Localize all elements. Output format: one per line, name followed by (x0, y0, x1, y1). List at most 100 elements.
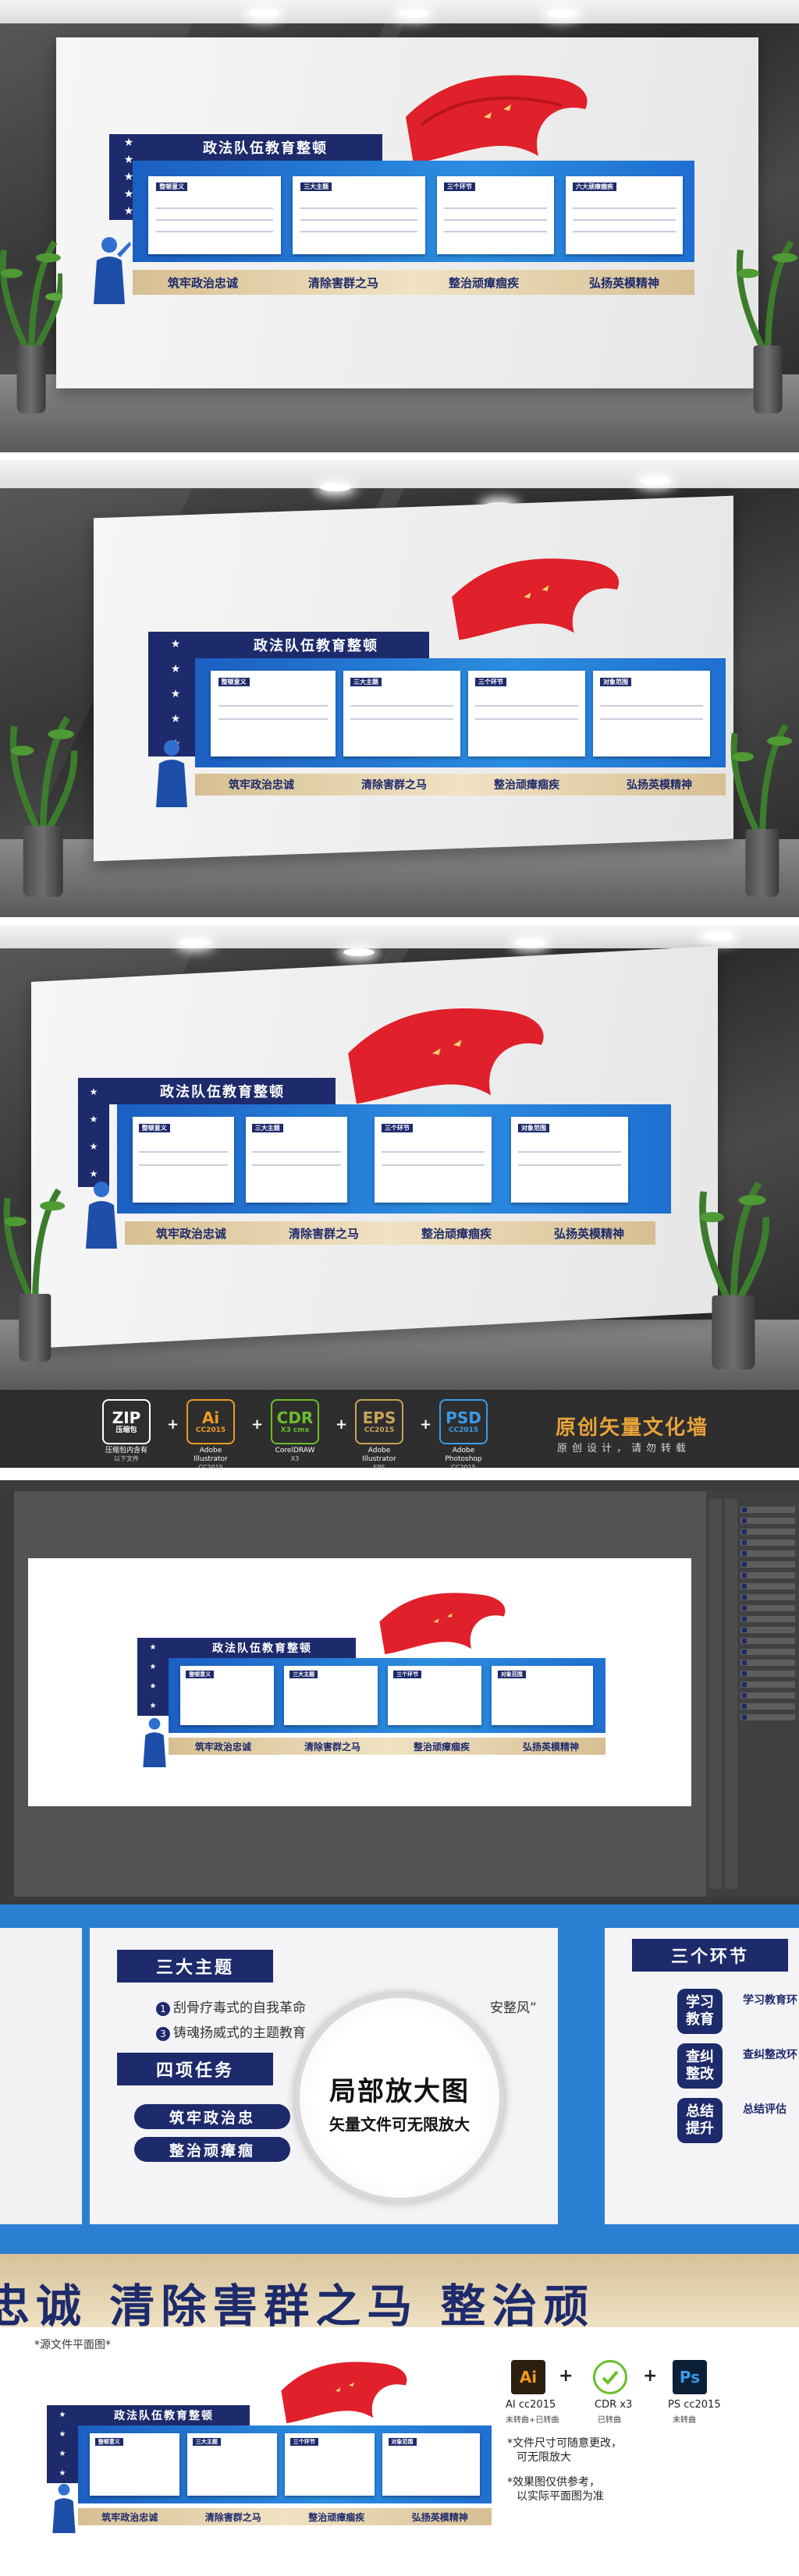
ps-version-note: 未转曲 (673, 2416, 696, 2425)
slogan-2-1: 筑牢政治忠诚 (229, 779, 294, 792)
ai-logo-icon: Ai (511, 2360, 545, 2394)
format-ai: Ai CC2015 Adobe Illustrator CC2015 (184, 1399, 237, 1472)
zoom-square-summary: 总结 提升 (677, 2098, 723, 2143)
ai-version-note: 未转曲+已转曲 (506, 2416, 559, 2425)
magnifier-badge: 局部放大图 矢量文件可无限放大 (295, 1993, 504, 2202)
slogan-src-4: 弘扬英模精神 (411, 2511, 468, 2523)
culture-wall-3: 政法队伍教育整顿 ★ ★ ★ ★ 整顿意义 三大主题 三个环节 对象范围 筑牢政治忠诚… (78, 1003, 671, 1268)
red-flag-artboard (379, 1593, 506, 1655)
ps-version: PS cc2015 (668, 2399, 721, 2411)
mockup-scene-1: 政法队伍教育整顿 ★ ★ ★ ★ ★ 整顿意义 三大主题 三个环节 六大顽瘴痼疾 筑牢政… (0, 0, 799, 452)
star-column-3: ★ ★ ★ ★ (78, 1078, 109, 1187)
illustrator-window: 政法队伍教育整顿 ★ ★ ★ ★ 整顿意义 三大主题 三个环节 对象范围 筑牢政治忠诚… (0, 1480, 799, 1905)
card-1: 整顿意义 (148, 176, 281, 254)
ps-logo-icon: Ps (673, 2360, 707, 2394)
slogan-4: 弘扬英模精神 (588, 275, 659, 290)
magnifier-title: 局部放大图 (329, 2076, 470, 2107)
soldier-silhouette-artboard (143, 1717, 166, 1767)
red-flag-3 (348, 1008, 544, 1104)
format-bar: ZIP 压缩包 压缩包内含有 以下文件 + Ai CC2015 Adobe Illustr… (0, 1390, 799, 1471)
soldier-silhouette (94, 237, 131, 304)
zoom-tag-three-themes: 三大主题 (117, 1950, 273, 1982)
zoom-pill-1: 筑牢政治忠 (134, 2104, 290, 2129)
culture-wall-source: 政法队伍教育整顿 ★ ★ ★ ★ 整顿意义 三大主题 三个环节 对象范围 筑牢政治忠诚… (47, 2358, 492, 2538)
card-2-2: 三大主题 (343, 671, 460, 757)
zoom-side-1: 学习教育环 (743, 1994, 797, 2007)
culture-wall-2: 政法队伍教育整顿 ★★★★★ 整顿意义 三大主题 三个环节 对象范围 筑牢政治忠… (148, 554, 726, 811)
card-ab-4: 对象范围 (492, 1666, 593, 1725)
format-eps: EPS CC2015 Adobe Illustrator EPS (353, 1399, 406, 1472)
culture-wall-1: 政法队伍教育整顿 ★ ★ ★ ★ ★ 整顿意义 三大主题 三个环节 六大顽瘴痼疾 筑牢政… (86, 70, 694, 304)
zoom-big-slogan: 忠诚 清除害群之马 整治顽 (0, 2280, 595, 2327)
slogan-2-2: 清除害群之马 (361, 779, 427, 792)
zoom-line-2: 3 铸魂扬威式的主题教育 (156, 2021, 306, 2041)
slogan-3-1: 筑牢政治忠诚 (155, 1226, 226, 1241)
plant-right-2 (726, 718, 799, 897)
slogan-2-3: 整治顽瘴痼疾 (494, 779, 559, 792)
plant-left (0, 234, 62, 413)
wall-title: 政法队伍教育整顿 (148, 134, 382, 161)
slogan-2-4: 弘扬英模精神 (627, 779, 692, 792)
card-3-1: 整顿意义 (133, 1117, 234, 1203)
zoom-tag-three-links: 三个环节 (632, 1939, 788, 1972)
card-ab-2: 三大主题 (284, 1666, 378, 1725)
note-2: 可无限放大 (517, 2451, 571, 2464)
source-plan-section: *源文件平面图* 政法队伍教育整顿 ★ ★ ★ ★ 整顿意义 三大主题 三个环节 对象… (0, 2327, 799, 2576)
slogan-3-4: 弘扬英模精神 (553, 1226, 624, 1241)
slogan-src-3: 整治顽瘴痼疾 (308, 2511, 365, 2523)
slogan-3: 整治顽瘴痼疾 (448, 275, 519, 290)
cdr-logo-icon (593, 2360, 627, 2394)
magnifier-subtitle: 矢量文件可无限放大 (318, 2112, 481, 2135)
slogan-ab-2: 清除害群之马 (304, 1741, 360, 1752)
mockup-scene-3: 政法队伍教育整顿 ★ ★ ★ ★ 整顿意义 三大主题 三个环节 对象范围 筑牢政治忠诚… (0, 925, 799, 1390)
slogan-src-2: 清除害群之马 (204, 2511, 261, 2523)
zoom-line-1: 1 刮骨疗毒式的自我革命 (156, 1997, 306, 2016)
card-src-1: 整顿意义 (90, 2433, 179, 2496)
wall-title-source: 政法队伍教育整顿 (78, 2405, 250, 2425)
plant-right-3 (687, 1175, 780, 1369)
slogan-bar-2: 筑牢政治忠诚 清除害群之马 整治顽瘴痼疾 弘扬英模精神 (195, 774, 726, 795)
culture-wall-artboard: 政法队伍教育整顿 ★ ★ ★ ★ 整顿意义 三大主题 三个环节 对象范围 筑牢政治忠诚… (137, 1589, 605, 1769)
slogan-ab-3: 整治顽瘴痼疾 (413, 1741, 470, 1752)
source-label: *源文件平面图* (34, 2339, 111, 2351)
plant-right (737, 234, 799, 413)
card-3-2: 三大主题 (246, 1117, 347, 1203)
slogan-2: 清除害群之马 (307, 275, 378, 290)
ai-status-bar (0, 1897, 799, 1905)
soldier-silhouette-source (52, 2483, 76, 2533)
zoom-tag-four-tasks: 四项任务 (117, 2053, 273, 2085)
zoom-square-check: 查纠 整改 (677, 2043, 723, 2089)
cdr-version-note: 已转曲 (598, 2416, 621, 2425)
zoom-side-3: 总结评估 (743, 2103, 787, 2116)
card-2-4: 对象范围 (593, 671, 710, 757)
card-2-3: 三个环节 (468, 671, 585, 757)
slogan-src-1: 筑牢政治忠诚 (101, 2511, 158, 2523)
card-3-3: 三个环节 (375, 1117, 492, 1203)
card-src-4: 对象范围 (382, 2433, 480, 2496)
slogan-ab-1: 筑牢政治忠诚 (194, 1741, 251, 1752)
ai-layers-panel[interactable] (706, 1491, 799, 1897)
original-slogan: 原创矢量文化墙 (556, 1416, 709, 1440)
note-3: *效果图仅供参考， (507, 2476, 600, 2489)
card-2: 三大主题 (293, 176, 425, 254)
slogan-3-2: 清除害群之马 (288, 1226, 359, 1241)
format-psd: PSD CC2015 Adobe Photoshop CC2015 (437, 1399, 490, 1472)
wall-title-artboard: 政法队伍教育整顿 (169, 1638, 356, 1658)
wall-title-2: 政法队伍教育整顿 (203, 632, 429, 658)
ai-toolbar (0, 1480, 799, 1491)
slogan-bar-artboard: 筑牢政治忠诚 清除害群之马 整治顽瘴痼疾 弘扬英模精神 (169, 1738, 605, 1755)
ai-tool-panel (0, 1491, 14, 1905)
note-4: 以实际平面图为准 (517, 2490, 604, 2503)
soldier-silhouette-3 (86, 1182, 117, 1249)
card-ab-1: 整顿意义 (180, 1666, 274, 1725)
plant-left-2 (0, 710, 86, 897)
card-3: 三个环节 (437, 176, 554, 254)
original-subslogan: 原创设计，请勿转载 (557, 1443, 691, 1455)
zoom-fragment-right: 安整风” (490, 2000, 537, 2016)
zoom-square-study: 学习 教育 (677, 1989, 723, 2034)
slogan-3-3: 整治顽瘴痼疾 (421, 1226, 492, 1241)
ai-artboard: 政法队伍教育整顿 ★ ★ ★ ★ 整顿意义 三大主题 三个环节 对象范围 筑牢政治忠诚… (28, 1558, 691, 1806)
card-3-4: 对象范围 (511, 1117, 628, 1203)
red-flag-source (281, 2362, 407, 2424)
mockup-scene-2: 政法队伍教育整顿 ★★★★★ 整顿意义 三大主题 三个环节 对象范围 筑牢政治忠… (0, 460, 799, 917)
